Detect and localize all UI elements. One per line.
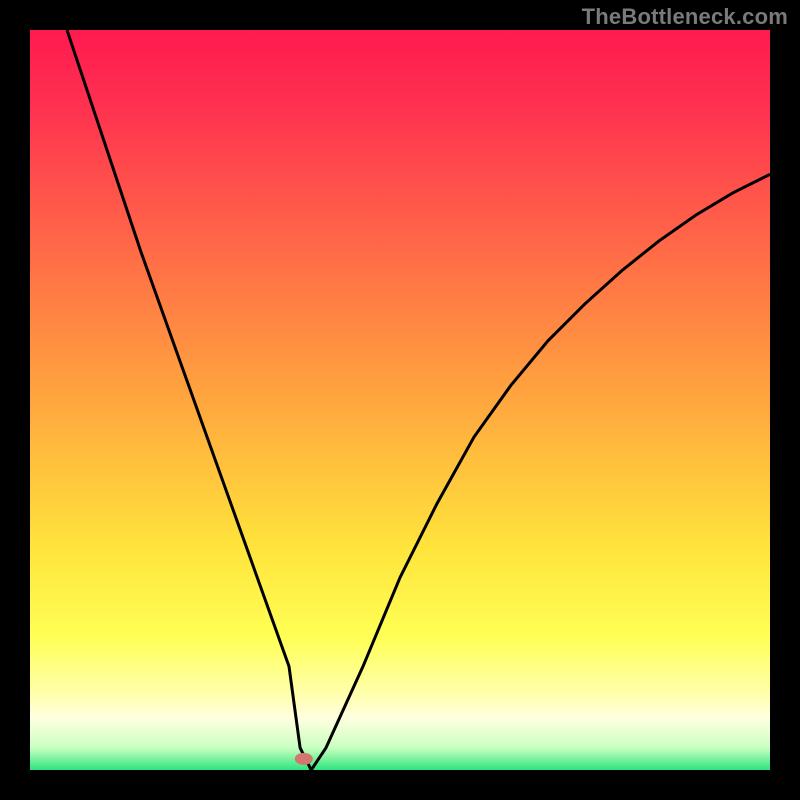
watermark-text: TheBottleneck.com xyxy=(582,4,788,30)
plot-background xyxy=(30,30,770,770)
chart-frame: TheBottleneck.com xyxy=(0,0,800,800)
bottleneck-chart xyxy=(0,0,800,800)
sweet-spot-marker xyxy=(295,753,313,765)
